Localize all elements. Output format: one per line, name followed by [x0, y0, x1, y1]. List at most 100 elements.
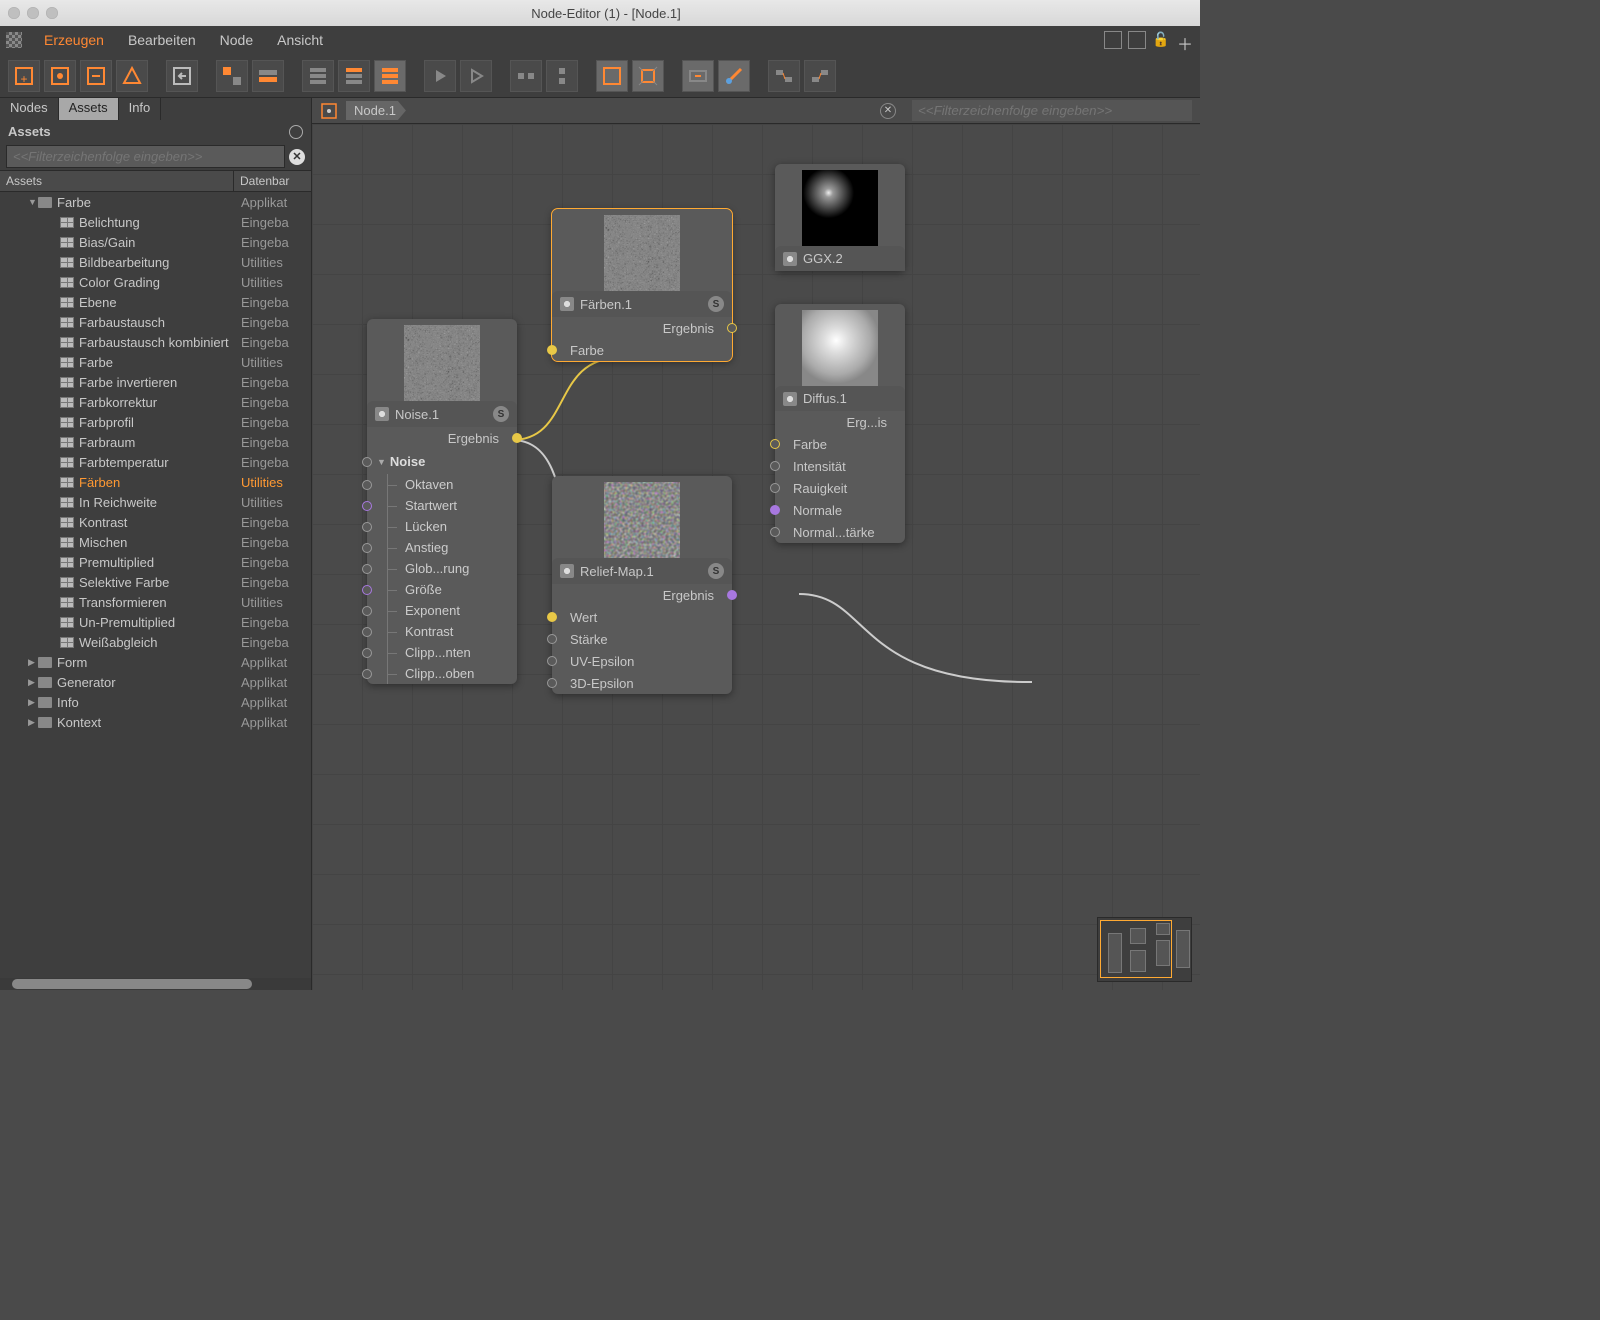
port-in-intens[interactable] [770, 461, 780, 471]
port-in[interactable] [362, 501, 372, 511]
tree-row[interactable]: WeißabgleichEingeba [0, 632, 311, 652]
solo-badge-icon[interactable]: S [708, 296, 724, 312]
tree-row[interactable]: FarbraumEingeba [0, 432, 311, 452]
solo-badge-icon[interactable]: S [708, 563, 724, 579]
canvas-filter-input[interactable] [912, 100, 1192, 121]
zoom-dot[interactable] [46, 7, 58, 19]
tool-align-2[interactable] [546, 60, 578, 92]
col-database[interactable]: Datenbar [234, 171, 311, 191]
clear-filter-icon[interactable]: ✕ [289, 149, 305, 165]
menu-bearbeiten[interactable]: Bearbeiten [116, 32, 208, 48]
tree-row[interactable]: ▶GeneratorApplikat [0, 672, 311, 692]
tree-row[interactable]: FarbaustauschEingeba [0, 312, 311, 332]
tool-new-4[interactable] [116, 60, 148, 92]
tree-row[interactable]: ▶KontextApplikat [0, 712, 311, 732]
node-noise[interactable]: Noise.1 S Ergebnis ▼Noise OktavenStartwe… [367, 319, 517, 684]
port-in[interactable] [362, 585, 372, 595]
tree-row[interactable]: ▼FarbeApplikat [0, 192, 311, 212]
add-icon[interactable]: ＋ [1176, 31, 1194, 49]
tree-row[interactable]: PremultipliedEingeba [0, 552, 311, 572]
port-in-uv[interactable] [547, 656, 557, 666]
tree-row[interactable]: KontrastEingeba [0, 512, 311, 532]
tool-frame-2[interactable] [632, 60, 664, 92]
tool-snap-2[interactable] [718, 60, 750, 92]
tool-group-2[interactable] [252, 60, 284, 92]
tree-row[interactable]: FarbkorrekturEingeba [0, 392, 311, 412]
tool-group-1[interactable] [216, 60, 248, 92]
breadcrumb-root-icon[interactable] [320, 102, 338, 120]
tree-row[interactable]: FarbprofilEingeba [0, 412, 311, 432]
filter-input[interactable] [6, 145, 285, 168]
tree-row[interactable]: MischenEingeba [0, 532, 311, 552]
port-in-staerke[interactable] [547, 634, 557, 644]
tree-row[interactable]: FarbtemperaturEingeba [0, 452, 311, 472]
tool-import[interactable] [166, 60, 198, 92]
clear-breadcrumb-icon[interactable]: ✕ [880, 103, 896, 119]
tool-play-1[interactable] [424, 60, 456, 92]
port-out[interactable] [727, 323, 737, 333]
port-in[interactable] [362, 480, 372, 490]
port-in[interactable] [362, 606, 372, 616]
tool-new-2[interactable] [44, 60, 76, 92]
close-dot[interactable] [8, 7, 20, 19]
node-relief[interactable]: Relief-Map.1 S Ergebnis Wert Stärke UV-E… [552, 476, 732, 694]
tool-layout-3[interactable] [374, 60, 406, 92]
minimap[interactable] [1097, 917, 1192, 982]
lock-icon[interactable]: 🔓 [1152, 31, 1170, 49]
tool-frame-1[interactable] [596, 60, 628, 92]
tool-play-2[interactable] [460, 60, 492, 92]
port-in-wert[interactable] [547, 612, 557, 622]
search-icon[interactable] [289, 125, 303, 139]
tree-row[interactable]: Un-PremultipliedEingeba [0, 612, 311, 632]
tree-row[interactable]: BildbearbeitungUtilities [0, 252, 311, 272]
port-in[interactable] [362, 669, 372, 679]
tree-row[interactable]: TransformierenUtilities [0, 592, 311, 612]
tree-row[interactable]: Bias/GainEingeba [0, 232, 311, 252]
tree-row[interactable]: FarbeUtilities [0, 352, 311, 372]
port-in-rauh[interactable] [770, 483, 780, 493]
menu-ansicht[interactable]: Ansicht [265, 32, 335, 48]
tree-row[interactable]: Selektive FarbeEingeba [0, 572, 311, 592]
port-in[interactable] [362, 522, 372, 532]
col-assets[interactable]: Assets [0, 171, 234, 191]
tree-row[interactable]: In ReichweiteUtilities [0, 492, 311, 512]
tree-row[interactable]: Farbaustausch kombiniertEingeba [0, 332, 311, 352]
tree-row[interactable]: EbeneEingeba [0, 292, 311, 312]
port-in[interactable] [362, 543, 372, 553]
menu-erzeugen[interactable]: Erzeugen [32, 32, 116, 48]
tab-assets[interactable]: Assets [59, 98, 119, 120]
tree-row[interactable]: BelichtungEingeba [0, 212, 311, 232]
port-in[interactable] [362, 564, 372, 574]
port-in-farbe[interactable] [770, 439, 780, 449]
tab-info[interactable]: Info [119, 98, 162, 120]
tab-nodes[interactable]: Nodes [0, 98, 59, 120]
layout-icon-2[interactable] [1128, 31, 1146, 49]
node-faerben[interactable]: Färben.1 S Ergebnis Farbe [552, 209, 732, 361]
tool-misc-1[interactable] [768, 60, 800, 92]
port-in[interactable] [362, 648, 372, 658]
node-diffus[interactable]: Diffus.1 Erg...is Farbe Intensität Rauig… [775, 304, 905, 543]
tool-new-3[interactable] [80, 60, 112, 92]
port-in-section[interactable] [362, 457, 372, 467]
node-viewport[interactable]: Noise.1 S Ergebnis ▼Noise OktavenStartwe… [312, 124, 1200, 990]
h-scrollbar[interactable] [0, 978, 311, 990]
port-in-3d[interactable] [547, 678, 557, 688]
tool-misc-2[interactable] [804, 60, 836, 92]
asset-tree[interactable]: ▼FarbeApplikatBelichtungEingebaBias/Gain… [0, 192, 311, 978]
port-in-normstaerke[interactable] [770, 527, 780, 537]
port-out[interactable] [727, 590, 737, 600]
solo-badge-icon[interactable]: S [493, 406, 509, 422]
tree-row[interactable]: Color GradingUtilities [0, 272, 311, 292]
tool-align-1[interactable] [510, 60, 542, 92]
tree-row[interactable]: FärbenUtilities [0, 472, 311, 492]
minimize-dot[interactable] [27, 7, 39, 19]
node-ggx[interactable]: GGX.2 [775, 164, 905, 271]
tool-snap-1[interactable] [682, 60, 714, 92]
tool-layout-1[interactable] [302, 60, 334, 92]
tool-layout-2[interactable] [338, 60, 370, 92]
port-out[interactable] [512, 433, 522, 443]
tree-row[interactable]: ▶FormApplikat [0, 652, 311, 672]
menu-node[interactable]: Node [208, 32, 265, 48]
port-in-normale[interactable] [770, 505, 780, 515]
port-in-farbe[interactable] [547, 345, 557, 355]
